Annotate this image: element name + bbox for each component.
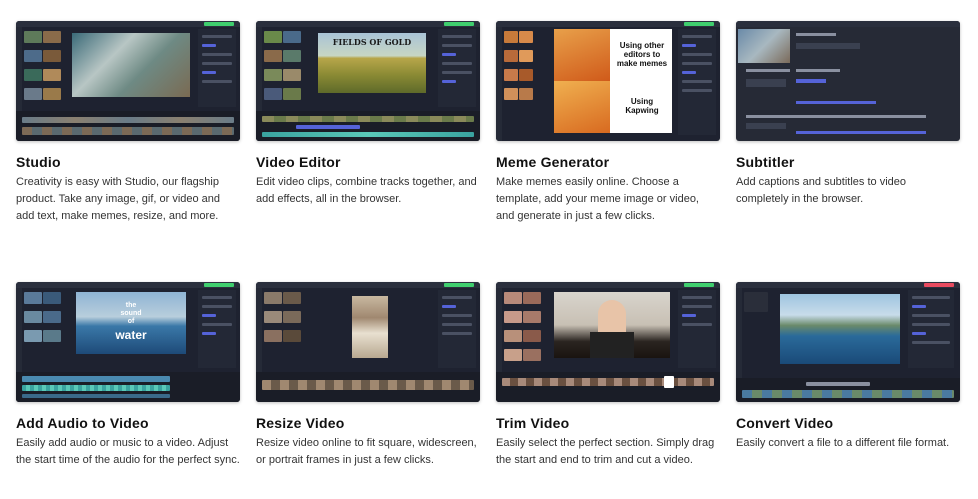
studio-canvas — [72, 33, 190, 97]
tools-grid: Studio Creativity is easy with Studio, o… — [0, 0, 978, 499]
studio-thumbnail[interactable] — [16, 21, 240, 141]
resize-video-thumbnail[interactable] — [256, 282, 480, 402]
add-audio-canvas: the sound of water — [76, 292, 186, 354]
card-trim-video[interactable]: Trim Video Easily select the perfect sec… — [496, 282, 720, 469]
canvas-text-sound: sound — [120, 310, 142, 317]
card-meme-generator[interactable]: Using other editors to make memes Using … — [496, 21, 720, 225]
card-description: Make memes easily online. Choose a templ… — [496, 176, 699, 222]
card-title[interactable]: Resize Video — [256, 415, 480, 431]
card-title[interactable]: Subtitler — [736, 154, 960, 170]
meme-bottom-text: Using Kapwing — [625, 97, 659, 115]
video-editor-canvas: FIELDS OF GOLD — [318, 33, 426, 93]
meme-generator-thumbnail[interactable]: Using other editors to make memes Using … — [496, 21, 720, 141]
convert-video-thumbnail[interactable] — [736, 282, 960, 402]
card-add-audio[interactable]: the sound of water Add Audio to Video Ea… — [16, 282, 240, 469]
card-video-editor[interactable]: FIELDS OF GOLD Video Editor Edit video c… — [256, 21, 480, 208]
video-editor-thumbnail[interactable]: FIELDS OF GOLD — [256, 21, 480, 141]
card-description: Edit video clips, combine tracks togethe… — [256, 176, 477, 205]
meme-canvas: Using other editors to make memes Using … — [554, 29, 672, 133]
add-audio-thumbnail[interactable]: the sound of water — [16, 282, 240, 402]
card-description: Easily add audio or music to a video. Ad… — [16, 437, 240, 466]
card-description: Easily select the perfect section. Simpl… — [496, 437, 715, 466]
subtitler-video — [738, 29, 790, 63]
card-description: Creativity is easy with Studio, our flag… — [16, 176, 221, 222]
card-subtitler[interactable]: Subtitler Add captions and subtitles to … — [736, 21, 960, 208]
card-description: Resize video online to fit square, wides… — [256, 437, 477, 466]
card-description: Add captions and subtitles to video comp… — [736, 176, 907, 205]
trim-video-canvas — [554, 292, 670, 358]
card-convert-video[interactable]: Convert Video Easily convert a file to a… — [736, 282, 960, 452]
card-description: Easily convert a file to a different fil… — [736, 437, 950, 449]
card-title[interactable]: Trim Video — [496, 415, 720, 431]
card-studio[interactable]: Studio Creativity is easy with Studio, o… — [16, 21, 240, 225]
card-title[interactable]: Convert Video — [736, 415, 960, 431]
card-title[interactable]: Video Editor — [256, 154, 480, 170]
canvas-text-the: the — [125, 302, 137, 309]
canvas-overlay-text: FIELDS OF GOLD — [332, 37, 412, 47]
card-title[interactable]: Meme Generator — [496, 154, 720, 170]
resize-video-canvas — [352, 296, 388, 358]
card-resize-video[interactable]: Resize Video Resize video online to fit … — [256, 282, 480, 469]
canvas-text-water: water — [115, 328, 147, 342]
subtitler-thumbnail[interactable] — [736, 21, 960, 141]
card-title[interactable]: Studio — [16, 154, 240, 170]
meme-top-text: Using other editors to make memes — [616, 41, 668, 68]
canvas-text-of: of — [127, 318, 135, 325]
convert-video-canvas — [780, 294, 900, 364]
card-title[interactable]: Add Audio to Video — [16, 415, 240, 431]
trim-video-thumbnail[interactable] — [496, 282, 720, 402]
